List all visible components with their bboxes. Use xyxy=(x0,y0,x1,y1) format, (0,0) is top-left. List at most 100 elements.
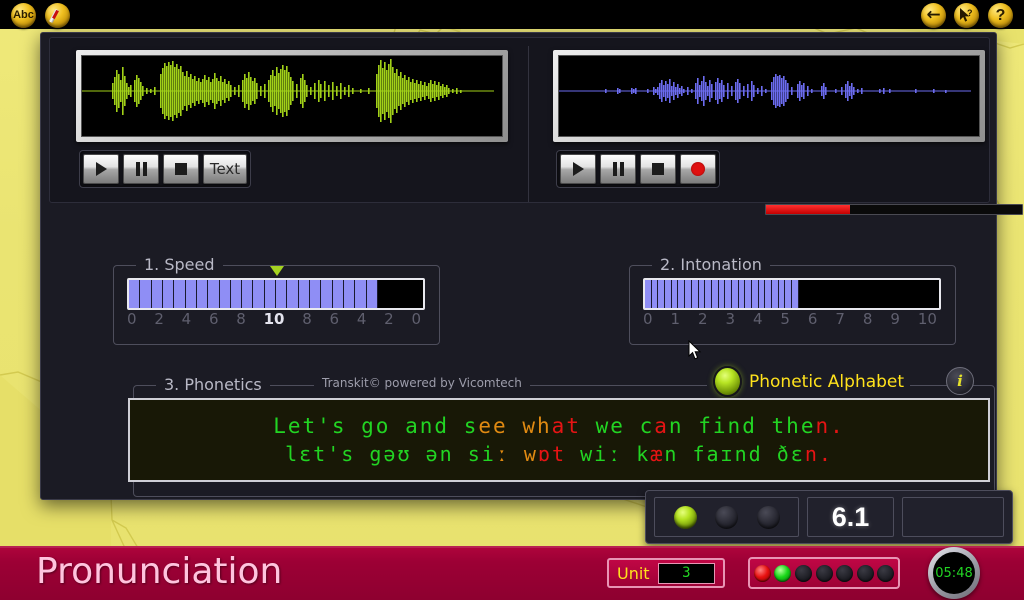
svg-text:?: ? xyxy=(967,8,973,18)
phoneme-char: e xyxy=(478,414,494,439)
phoneme-char: w xyxy=(595,414,611,439)
speed-segment xyxy=(253,280,265,308)
speed-meter[interactable] xyxy=(127,278,425,310)
play-button[interactable] xyxy=(560,154,596,184)
phoneme-char: l xyxy=(285,441,300,466)
intonation-segment xyxy=(671,280,679,308)
play-button[interactable] xyxy=(83,154,119,184)
record-button[interactable] xyxy=(680,154,716,184)
play-icon xyxy=(95,162,107,176)
phoneme-char: f xyxy=(698,414,713,439)
abc-button[interactable]: Abc xyxy=(11,3,36,28)
pause-icon xyxy=(612,162,624,176)
intonation-segment xyxy=(852,280,859,308)
intonation-segment xyxy=(859,280,866,308)
model-waveform-display xyxy=(76,50,508,142)
phoneme-char: n xyxy=(734,441,749,466)
back-button[interactable]: ← xyxy=(921,3,946,28)
timer-widget: 05:48 xyxy=(928,547,980,599)
phonetic-alphabet-toggle[interactable]: Phonetic Alphabet xyxy=(707,366,911,397)
phoneme-char: n xyxy=(419,414,435,439)
intonation-segment xyxy=(925,280,933,308)
score-value: 6.1 xyxy=(831,501,870,532)
phoneme-char: ə xyxy=(383,441,398,466)
phoneme-char: i xyxy=(712,414,728,439)
stop-button[interactable] xyxy=(163,154,199,184)
help-button[interactable]: ? xyxy=(988,3,1013,28)
play-icon xyxy=(572,162,584,176)
arrow-left-icon: ← xyxy=(926,5,941,25)
pause-button[interactable] xyxy=(600,154,636,184)
intonation-title: 2. Intonation xyxy=(652,255,770,274)
intonation-meter[interactable] xyxy=(643,278,941,310)
phoneme-char: c xyxy=(639,414,655,439)
phoneme-char xyxy=(412,442,426,466)
speed-scale-tick: 2 xyxy=(154,310,164,328)
intonation-segment xyxy=(711,280,719,308)
unit-indicator[interactable]: Unit 3 xyxy=(607,558,725,588)
phoneme-char: ː xyxy=(495,441,510,466)
intonation-segment xyxy=(845,280,853,308)
score-value-box: 6.1 xyxy=(807,497,894,537)
phoneme-char: i xyxy=(481,441,496,466)
speed-title: 1. Speed xyxy=(136,255,223,274)
phoneme-char: e xyxy=(610,414,625,439)
intonation-segment xyxy=(665,280,672,308)
speed-segment xyxy=(185,280,197,308)
intonation-segment xyxy=(678,280,686,308)
speed-segment xyxy=(377,280,390,308)
intonation-segment xyxy=(752,280,759,308)
unit-label: Unit xyxy=(617,563,650,583)
intonation-segment xyxy=(785,280,793,308)
progress-led-strip[interactable] xyxy=(748,557,900,589)
phoneme-char: a xyxy=(551,414,567,439)
speed-segment xyxy=(140,280,152,308)
help-cursor-button[interactable]: ? xyxy=(954,3,979,28)
progress-led xyxy=(877,564,895,582)
intonation-segment xyxy=(812,280,819,308)
stop-icon xyxy=(175,163,187,175)
intonation-segment xyxy=(772,280,779,308)
main-console: Text 1. Speed 0 2 4 6 8 10 8 6 4 2 0 2. … xyxy=(40,32,1023,500)
speed-scale-tick: 2 xyxy=(384,310,394,328)
speed-marker xyxy=(269,266,284,276)
text-button[interactable]: Text xyxy=(203,154,247,184)
pause-button[interactable] xyxy=(123,154,159,184)
intonation-segment xyxy=(892,280,900,308)
speed-segment xyxy=(298,280,310,308)
speed-segment xyxy=(242,280,254,308)
audio-panels: Text xyxy=(49,37,1023,215)
intonation-segment xyxy=(798,280,806,308)
intonation-segment xyxy=(658,280,666,308)
phoneme-char xyxy=(678,442,692,466)
phoneme-char: k xyxy=(636,441,651,466)
phoneme-char: n xyxy=(439,441,454,466)
phoneme-char: s xyxy=(463,414,479,439)
phoneme-char: n xyxy=(668,414,684,439)
model-waveform-canvas xyxy=(81,55,503,137)
phoneme-char: d xyxy=(742,414,757,439)
top-toolbar: Abc ← ? ? xyxy=(0,0,1024,29)
orthographic-transcription: Let's go and see what we can find then. xyxy=(273,412,845,440)
record-level-meter[interactable] xyxy=(765,204,1023,215)
intonation-scale-tick: 3 xyxy=(725,310,735,328)
phoneme-char: f xyxy=(692,441,707,466)
phoneme-char: ð xyxy=(776,441,791,466)
phoneme-char: . xyxy=(830,414,845,439)
pen-button[interactable] xyxy=(45,3,70,28)
phoneme-char: o xyxy=(375,414,391,439)
phoneme-char: i xyxy=(594,441,609,466)
stop-button[interactable] xyxy=(640,154,676,184)
intonation-scale-tick: 10 xyxy=(917,310,937,328)
text-label: Text xyxy=(209,160,241,178)
intonation-segment xyxy=(698,280,706,308)
intonation-segment xyxy=(718,280,726,308)
speed-scale-tick: 10 xyxy=(263,310,285,328)
intonation-segment xyxy=(725,280,732,308)
progress-led xyxy=(794,564,812,582)
intonation-segment xyxy=(825,280,833,308)
score-led-group xyxy=(654,497,799,537)
info-button[interactable]: i xyxy=(946,367,974,395)
phoneme-char xyxy=(622,442,636,466)
intonation-segment xyxy=(818,280,826,308)
